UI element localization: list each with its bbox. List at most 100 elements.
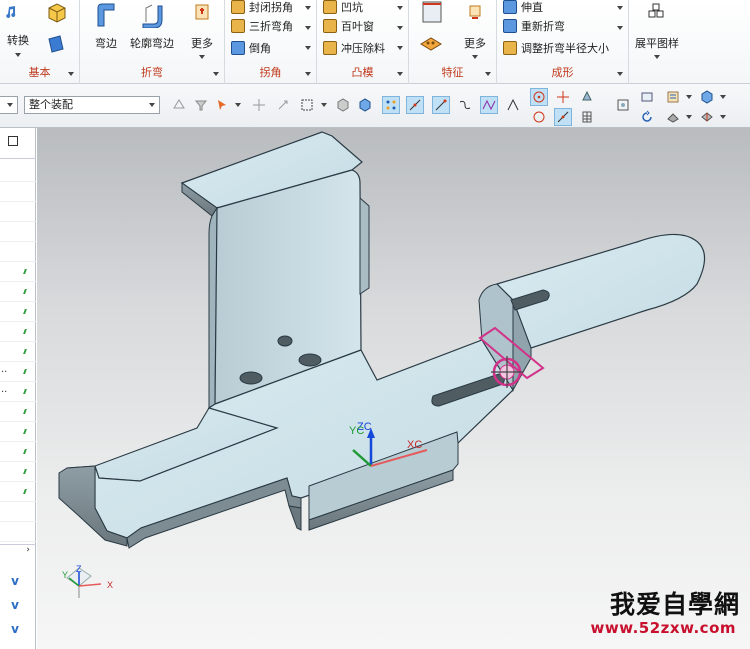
list-item[interactable] <box>0 262 36 282</box>
maximize-icon[interactable] <box>8 136 18 146</box>
chevron-down-icon[interactable] <box>68 72 74 76</box>
list-item[interactable] <box>0 182 36 202</box>
check-icon <box>23 409 29 414</box>
grid-icon[interactable] <box>578 108 596 126</box>
watermark-logo: 我爱自學網 www.52zxw.com <box>570 585 740 641</box>
list-item[interactable] <box>0 442 36 462</box>
resize-bend-radius-button[interactable]: 调整折弯半径大小 <box>503 38 609 58</box>
list-item[interactable] <box>0 302 36 322</box>
drawn-cutout-button[interactable]: 冲压除料 <box>323 38 385 58</box>
expand-section-button[interactable]: v <box>4 572 26 590</box>
horizontal-scrollbar[interactable]: › <box>0 544 36 556</box>
snap-curve-icon[interactable] <box>456 96 474 114</box>
rebend-button[interactable]: 重新折弯 <box>503 16 565 36</box>
blue-cube-icon[interactable] <box>356 96 374 114</box>
dimple-button[interactable]: 凹坑 <box>323 0 363 17</box>
list-item[interactable] <box>0 222 36 242</box>
three-bend-corner-button[interactable]: 三折弯角 <box>231 16 293 36</box>
chamfer-button[interactable]: 倒角 <box>231 38 271 58</box>
layer-icon[interactable] <box>664 88 682 106</box>
chevron-down-icon[interactable] <box>305 46 311 50</box>
list-item[interactable]: .. <box>0 382 36 402</box>
rotate-icon[interactable] <box>638 108 656 126</box>
louver-button[interactable]: 百叶窗 <box>323 16 374 36</box>
flat-pattern-button[interactable]: 展平图样 <box>633 2 681 59</box>
list-item[interactable] <box>0 202 36 222</box>
bend-more-button[interactable]: 更多 <box>184 2 220 59</box>
chevron-down-icon[interactable] <box>485 72 491 76</box>
render-style-icon[interactable] <box>664 108 682 126</box>
type-filter-select[interactable] <box>0 96 18 114</box>
color-cube-icon[interactable] <box>698 88 716 106</box>
scope-select[interactable]: 整个装配 <box>24 96 160 114</box>
snap-midpoint-icon[interactable] <box>406 96 424 114</box>
expand-section-button[interactable]: v <box>4 596 26 614</box>
zoom-icon[interactable] <box>638 88 656 106</box>
list-item[interactable] <box>0 342 36 362</box>
cube-icon[interactable] <box>46 2 68 24</box>
chevron-down-icon[interactable] <box>686 95 692 99</box>
snap-angle-icon[interactable] <box>504 96 522 114</box>
filter-icon[interactable] <box>192 96 210 114</box>
chevron-down-icon[interactable] <box>397 6 403 10</box>
list-item[interactable] <box>0 422 36 442</box>
convert-button[interactable]: 转换 <box>2 32 34 57</box>
drawn-cutout-icon <box>323 41 337 55</box>
chevron-down-icon[interactable] <box>617 72 623 76</box>
list-item[interactable] <box>0 502 36 522</box>
chevron-down-icon[interactable] <box>397 72 403 76</box>
snap-on-curve-icon[interactable] <box>554 108 572 126</box>
shaded-cube-icon[interactable] <box>334 96 352 114</box>
list-item[interactable] <box>0 402 36 422</box>
unbend-button[interactable]: 伸直 <box>503 0 543 17</box>
expand-section-button[interactable]: v <box>4 620 26 638</box>
chevron-down-icon[interactable] <box>213 72 219 76</box>
sheet-icon[interactable] <box>46 34 66 54</box>
chevron-down-icon[interactable] <box>720 95 726 99</box>
graphics-viewport[interactable]: ZC YC XC Z Y X 我爱自學網 www.52zxw.com <box>37 128 750 649</box>
snap-center-icon[interactable] <box>530 88 548 106</box>
chevron-down-icon[interactable] <box>617 6 623 10</box>
chevron-down-icon[interactable] <box>235 103 241 107</box>
list-item[interactable] <box>0 462 36 482</box>
chevron-down-icon[interactable] <box>305 26 311 30</box>
feature-icon[interactable] <box>419 0 445 26</box>
move-icon[interactable] <box>274 96 292 114</box>
snap-settings-icon[interactable] <box>170 96 188 114</box>
ribbon-icon-row[interactable] <box>4 2 18 22</box>
snap-control-point-icon[interactable] <box>432 96 450 114</box>
snap-quadrant-icon[interactable] <box>530 108 548 126</box>
selection-type-icon[interactable] <box>214 96 232 114</box>
list-item[interactable] <box>0 322 36 342</box>
chevron-down-icon[interactable] <box>617 26 623 30</box>
chevron-down-icon[interactable] <box>321 103 327 107</box>
list-item[interactable] <box>0 162 36 182</box>
chevron-down-icon[interactable] <box>397 26 403 30</box>
list-item[interactable] <box>0 482 36 502</box>
snap-cross-icon[interactable] <box>554 88 572 106</box>
closed-corner-button[interactable]: 封闭拐角 <box>231 0 293 17</box>
chevron-down-icon[interactable] <box>305 6 311 10</box>
chevron-down-icon[interactable] <box>686 115 692 119</box>
pattern-icon[interactable] <box>419 34 443 52</box>
snap-point-icon[interactable] <box>250 96 268 114</box>
fit-view-icon[interactable] <box>614 96 632 114</box>
section-view-icon[interactable] <box>698 108 716 126</box>
chevron-down-icon[interactable] <box>397 46 403 50</box>
rectangle-select-icon[interactable] <box>298 96 316 114</box>
list-item[interactable] <box>0 522 36 542</box>
feature-more-button[interactable]: 更多 <box>457 2 493 59</box>
chevron-down-icon[interactable] <box>720 115 726 119</box>
flange-button[interactable]: 弯边 <box>86 2 126 51</box>
louver-icon <box>323 19 337 33</box>
view-orient-icon[interactable] <box>578 88 596 106</box>
list-item[interactable] <box>0 282 36 302</box>
list-item[interactable]: .. <box>0 362 36 382</box>
snap-intersection-icon[interactable] <box>480 96 498 114</box>
snap-endpoint-icon[interactable] <box>382 96 400 114</box>
group-label-feature: 特征 <box>441 66 464 79</box>
sheet-metal-model[interactable]: ZC YC XC Z Y X <box>37 128 750 649</box>
list-item[interactable] <box>0 242 36 262</box>
contour-flange-button[interactable]: 轮廓弯边 <box>126 2 178 51</box>
chevron-down-icon[interactable] <box>305 72 311 76</box>
